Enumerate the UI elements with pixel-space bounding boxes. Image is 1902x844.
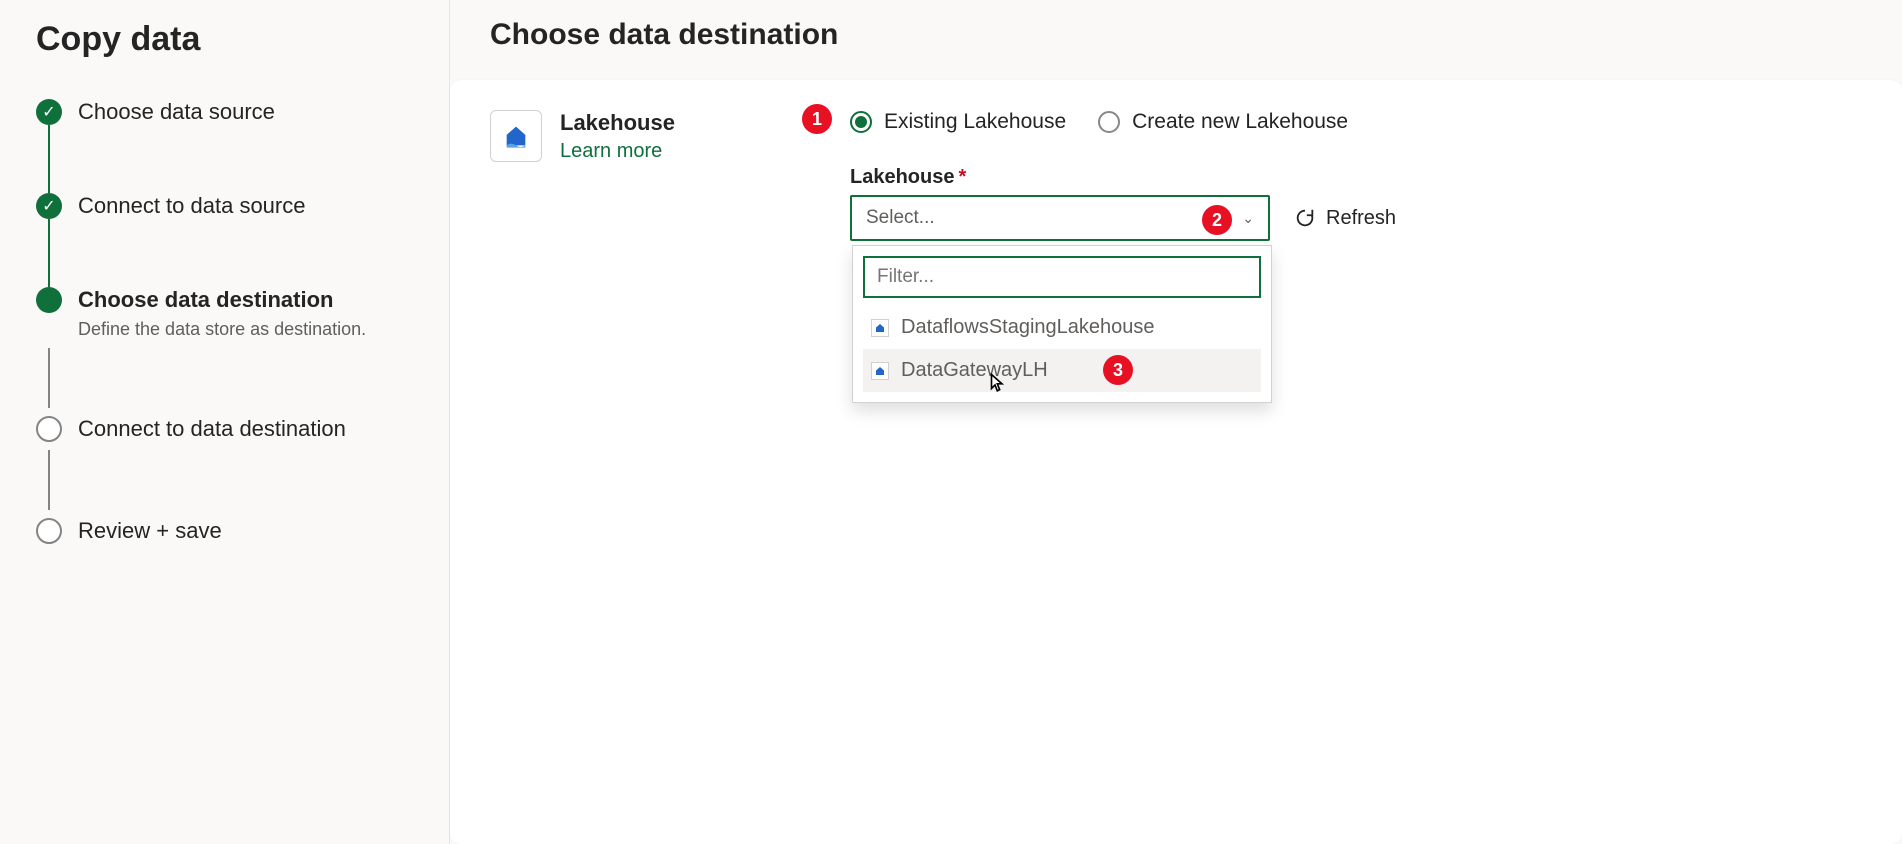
destination-card: Lakehouse Learn more 1 Existing Lakehous… bbox=[450, 80, 1902, 844]
lakehouse-select-row: Select... 2 ⌄ DataflowsStagingLakehouse bbox=[850, 195, 1862, 241]
lakehouse-option[interactable]: DataGatewayLH 3 bbox=[863, 349, 1261, 392]
radio-icon bbox=[850, 111, 872, 133]
refresh-button[interactable]: Refresh bbox=[1294, 207, 1396, 230]
step-label: Connect to data destination bbox=[78, 416, 346, 442]
wizard-sidebar: Copy data ✓ Choose data source ✓ Connect… bbox=[0, 0, 450, 844]
lakehouse-option[interactable]: DataflowsStagingLakehouse bbox=[863, 306, 1261, 349]
callout-3: 3 bbox=[1103, 355, 1133, 385]
radio-create-lakehouse[interactable]: Create new Lakehouse bbox=[1098, 110, 1348, 134]
radio-icon bbox=[1098, 111, 1120, 133]
refresh-label: Refresh bbox=[1326, 207, 1396, 230]
lakehouse-select[interactable]: Select... 2 ⌄ DataflowsStagingLakehouse bbox=[850, 195, 1270, 241]
lakehouse-icon bbox=[871, 319, 889, 337]
page-title: Choose data destination bbox=[490, 18, 1862, 52]
pending-step-icon bbox=[36, 518, 62, 544]
step-connect-source[interactable]: ✓ Connect to data source bbox=[36, 193, 413, 219]
lakehouse-mode-radios: Existing Lakehouse Create new Lakehouse bbox=[850, 110, 1862, 134]
step-connect-destination[interactable]: Connect to data destination bbox=[36, 416, 413, 442]
lakehouse-field-label: Lakehouse* bbox=[850, 166, 1862, 189]
step-connector bbox=[48, 125, 50, 193]
current-step-icon bbox=[36, 287, 62, 313]
step-label: Choose data destination bbox=[78, 287, 366, 313]
step-choose-source[interactable]: ✓ Choose data source bbox=[36, 99, 413, 125]
main-panel: Choose data destination Lakehouse Learn … bbox=[450, 0, 1902, 844]
option-label: DataflowsStagingLakehouse bbox=[901, 316, 1155, 339]
refresh-icon bbox=[1294, 207, 1316, 229]
cursor-icon bbox=[981, 371, 1009, 399]
check-icon: ✓ bbox=[36, 99, 62, 125]
lakehouse-filter-input[interactable] bbox=[863, 256, 1261, 298]
check-icon: ✓ bbox=[36, 193, 62, 219]
destination-config: 1 Existing Lakehouse Create new Lakehous… bbox=[850, 110, 1862, 241]
callout-2: 2 bbox=[1202, 205, 1232, 235]
radio-existing-lakehouse[interactable]: Existing Lakehouse bbox=[850, 110, 1066, 134]
wizard-title: Copy data bbox=[36, 20, 413, 59]
step-label: Connect to data source bbox=[78, 193, 305, 219]
destination-type-block: Lakehouse Learn more bbox=[490, 110, 850, 241]
lakehouse-icon bbox=[490, 110, 542, 162]
pending-step-icon bbox=[36, 416, 62, 442]
radio-label: Existing Lakehouse bbox=[884, 110, 1066, 134]
step-sublabel: Define the data store as destination. bbox=[78, 319, 366, 340]
step-label: Choose data source bbox=[78, 99, 275, 125]
lakehouse-icon bbox=[871, 362, 889, 380]
wizard-steps: ✓ Choose data source ✓ Connect to data s… bbox=[36, 99, 413, 544]
step-choose-destination[interactable]: Choose data destination Define the data … bbox=[36, 287, 413, 340]
destination-type-title: Lakehouse bbox=[560, 110, 675, 136]
main-header: Choose data destination bbox=[450, 0, 1902, 80]
step-connector bbox=[48, 219, 50, 287]
step-review-save[interactable]: Review + save bbox=[36, 518, 413, 544]
learn-more-link[interactable]: Learn more bbox=[560, 140, 675, 163]
chevron-down-icon: ⌄ bbox=[1242, 210, 1254, 227]
callout-1: 1 bbox=[802, 104, 832, 134]
lakehouse-dropdown: DataflowsStagingLakehouse DataGatewayLH … bbox=[852, 245, 1272, 403]
select-placeholder: Select... bbox=[866, 207, 935, 229]
step-connector bbox=[48, 348, 50, 408]
option-label: DataGatewayLH bbox=[901, 359, 1048, 382]
radio-label: Create new Lakehouse bbox=[1132, 110, 1348, 134]
lakehouse-icon-svg bbox=[502, 122, 530, 150]
step-label: Review + save bbox=[78, 518, 222, 544]
step-connector bbox=[48, 450, 50, 510]
